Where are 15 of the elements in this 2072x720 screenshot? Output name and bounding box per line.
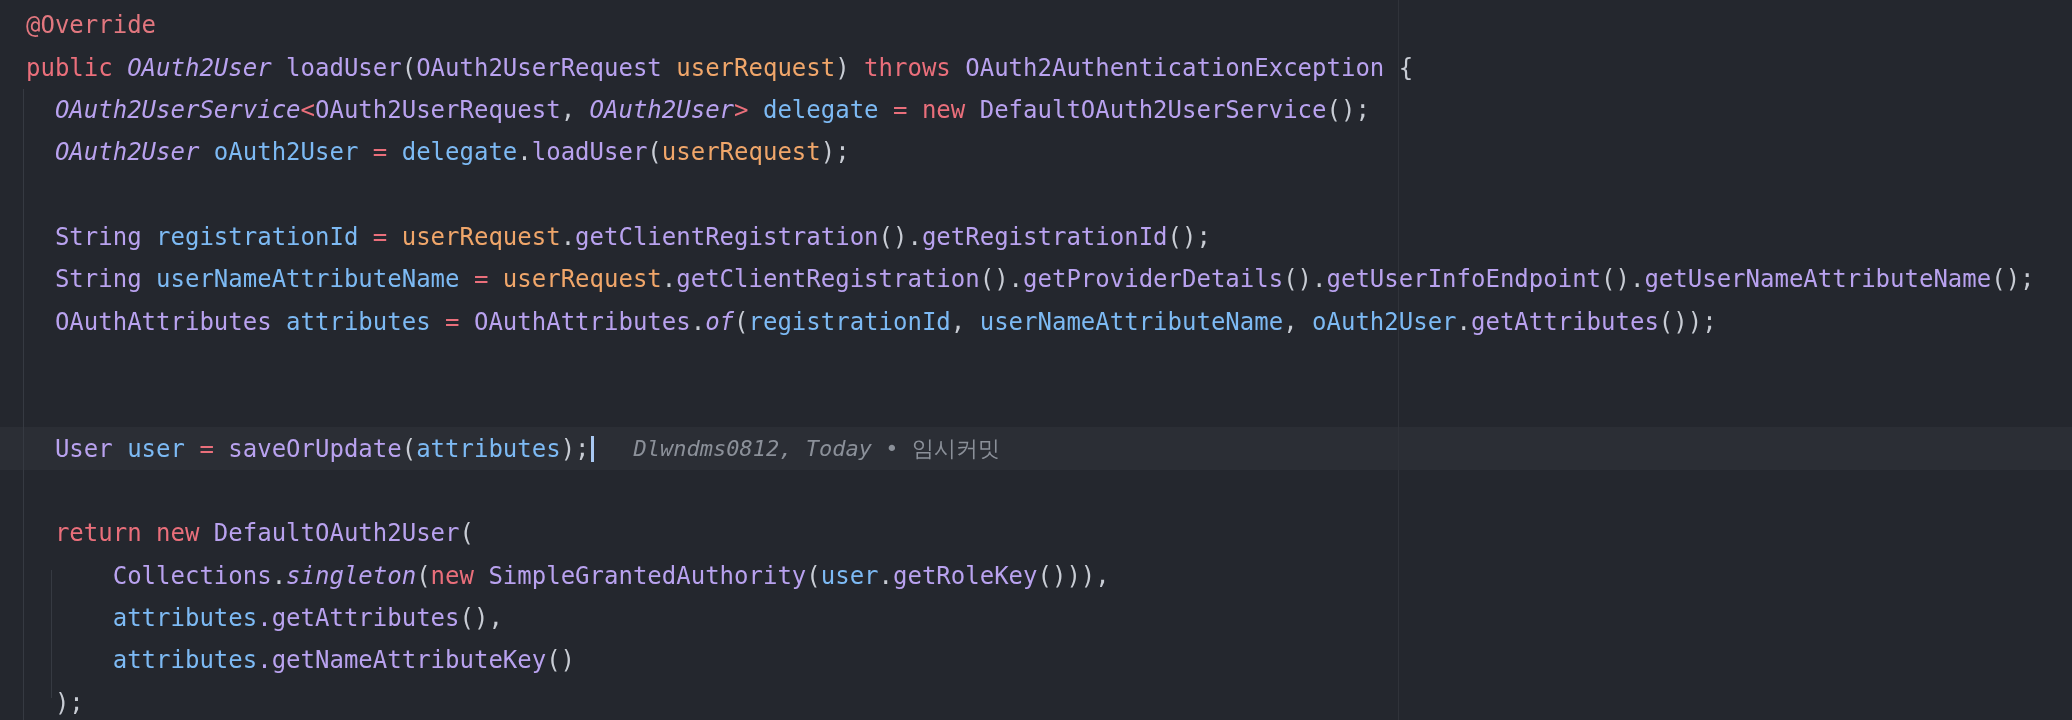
code-line: OAuthAttributes attributes = OAuthAttributes.of(registrationId, userNameAttributeName, oAuth2User.getAttributes()); bbox=[53, 307, 1717, 336]
code-line: String userNameAttributeName = userRequest.getClientRegistration().getProviderDetails().getUserInfoEndpoint().getUserNameAttributeName(); bbox=[53, 265, 2035, 294]
git-blame-annotation: Dlwndms0812, Today • 임시커밋 bbox=[633, 434, 1000, 463]
code-line: attributes.getNameAttributeKey() bbox=[111, 646, 576, 675]
code-line: public OAuth2User loadUser(OAuth2UserRequest userRequest) throws OAuth2AuthenticationException { bbox=[26, 53, 1414, 82]
code-line: User user = saveOrUpdate(attributes); bbox=[53, 434, 590, 463]
code-line: ); bbox=[53, 688, 84, 717]
code-line: return new DefaultOAuth2User( bbox=[53, 519, 474, 548]
code-line: attributes.getAttributes(), bbox=[111, 604, 503, 632]
code-line: @Override bbox=[26, 11, 157, 40]
code-line: String registrationId = userRequest.getClientRegistration().getRegistrationId(); bbox=[53, 222, 1211, 251]
code-line: Collections.singleton(new SimpleGrantedAuthority(user.getRoleKey())), bbox=[111, 561, 1110, 590]
text-cursor bbox=[590, 435, 594, 462]
code-line: OAuth2User oAuth2User = delegate.loadUser(userRequest); bbox=[53, 138, 850, 167]
code-line: OAuth2UserService<OAuth2UserRequest, OAuth2User> delegate = new DefaultOAuth2UserService(); bbox=[53, 95, 1370, 124]
